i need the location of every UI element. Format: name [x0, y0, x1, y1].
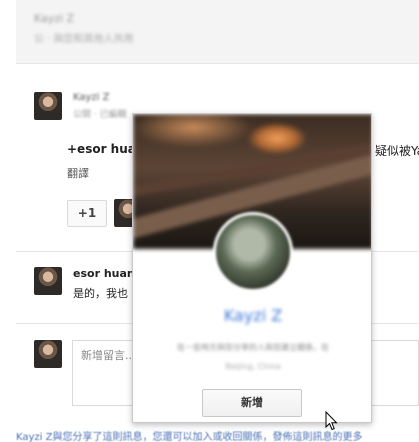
header-title: Kayzi Z [34, 12, 75, 25]
post-text-tail: 疑似被Yal [375, 144, 419, 158]
plus-one-button[interactable]: +1 [67, 200, 107, 227]
post-author-name[interactable]: Kayzi Z [73, 92, 109, 103]
mouse-cursor-icon [325, 411, 338, 431]
notification-header: Kayzi Z 公 · 與您和其他人共用 [16, 0, 419, 64]
profile-hovercard: Kayzi Z 在ㄧ些地方與您分享的人與您建立關係，在 Beijing, Chi… [132, 113, 372, 423]
profile-name[interactable]: Kayzi Z [133, 306, 371, 325]
add-to-circles-button[interactable]: 新增 [202, 389, 302, 417]
profile-location: Beijing, China [225, 362, 281, 371]
translate-link[interactable]: 翻譯 [67, 165, 89, 181]
post-author-avatar[interactable] [34, 92, 62, 120]
profile-description: 在ㄧ些地方與您分享的人與您建立關係，在 [177, 343, 329, 352]
header-subtitle: 公 · 與您和其他人共用 [34, 34, 134, 45]
comment-text: 是的，我也 [73, 287, 128, 300]
profile-avatar[interactable] [213, 212, 293, 292]
comment-author-name[interactable]: esor huan [73, 267, 135, 280]
current-user-avatar [34, 340, 62, 368]
share-footer-text: Kayzi Z與您分享了這則訊息，您還可以加入或收回關係，發佈這則訊息的更多 [16, 432, 363, 442]
comment-author-avatar[interactable] [34, 267, 62, 295]
post-meta: 公開 · 已編輯 [73, 110, 127, 120]
